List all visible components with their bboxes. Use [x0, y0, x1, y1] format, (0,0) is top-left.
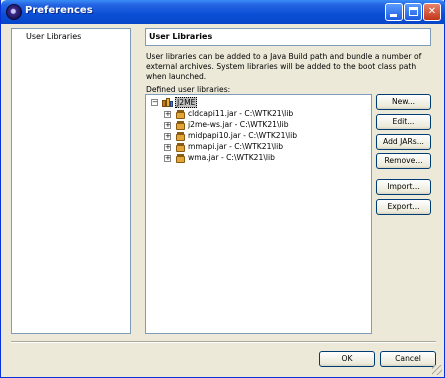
page-header: User Libraries	[145, 28, 431, 46]
ok-button[interactable]: OK	[319, 351, 375, 367]
jar-icon	[176, 143, 185, 152]
tree-item-label[interactable]: mmapi.jar - C:\WTK21\lib	[188, 142, 283, 151]
tree-item-label[interactable]: wma.jar - C:\WTK21\lib	[188, 153, 275, 162]
page-description: User libraries can be added to a Java Bu…	[146, 52, 422, 81]
close-icon: ✕	[427, 6, 437, 17]
export-button[interactable]: Export...	[376, 199, 431, 215]
edit-button[interactable]: Edit...	[376, 114, 431, 130]
tree-item[interactable]: + cldcapi11.jar - C:\WTK21\lib	[149, 109, 349, 120]
add-jars-button[interactable]: Add JARs...	[376, 134, 431, 150]
jar-icon	[176, 154, 185, 163]
nav-item-user-libraries[interactable]: User Libraries	[26, 32, 81, 41]
button-bar-separator	[11, 341, 436, 343]
tree-item-label[interactable]: j2me-ws.jar - C:\WTK21\lib	[188, 120, 289, 129]
tree-item[interactable]: + mmapi.jar - C:\WTK21\lib	[149, 142, 349, 153]
library-icon	[162, 98, 173, 107]
expand-icon[interactable]: +	[164, 122, 171, 129]
expand-icon[interactable]: +	[164, 111, 171, 118]
resize-grip-icon[interactable]	[432, 365, 442, 375]
page-title: User Libraries	[149, 32, 213, 41]
expand-icon[interactable]: +	[164, 155, 171, 162]
tree-root-label[interactable]: J2ME	[175, 97, 198, 108]
expand-icon[interactable]: +	[164, 144, 171, 151]
eclipse-icon	[6, 4, 22, 20]
import-button[interactable]: Import...	[376, 179, 431, 195]
tree-item[interactable]: + j2me-ws.jar - C:\WTK21\lib	[149, 120, 349, 131]
jar-icon	[176, 132, 185, 141]
remove-button[interactable]: Remove...	[376, 153, 431, 169]
title-bar[interactable]: Preferences ✕	[1, 0, 445, 24]
tree-root-row[interactable]: − J2ME	[149, 97, 269, 108]
minimize-button[interactable]	[385, 3, 403, 21]
cancel-button[interactable]: Cancel	[380, 351, 436, 367]
minimize-icon	[390, 14, 397, 17]
expand-icon[interactable]: +	[164, 133, 171, 140]
tree-item[interactable]: + midpapi10.jar - C:\WTK21\lib	[149, 131, 349, 142]
preferences-window: Preferences ✕ User Libraries User Librar…	[0, 0, 445, 378]
preferences-nav-tree[interactable]: User Libraries	[11, 28, 131, 334]
collapse-icon[interactable]: −	[151, 99, 158, 106]
jar-icon	[176, 121, 185, 130]
tree-item-label[interactable]: cldcapi11.jar - C:\WTK21\lib	[188, 109, 293, 118]
tree-item[interactable]: + wma.jar - C:\WTK21\lib	[149, 153, 349, 164]
defined-libraries-label: Defined user libraries:	[146, 85, 231, 94]
maximize-button[interactable]	[404, 3, 422, 21]
tree-item-label[interactable]: midpapi10.jar - C:\WTK21\lib	[188, 131, 297, 140]
jar-icon	[176, 110, 185, 119]
close-button[interactable]: ✕	[423, 3, 441, 21]
new-button[interactable]: New...	[376, 94, 431, 110]
maximize-icon	[409, 7, 418, 16]
user-libraries-tree[interactable]: − J2ME + cldcapi11.jar - C:\WTK21\lib + …	[145, 94, 372, 334]
window-title: Preferences	[25, 5, 93, 16]
